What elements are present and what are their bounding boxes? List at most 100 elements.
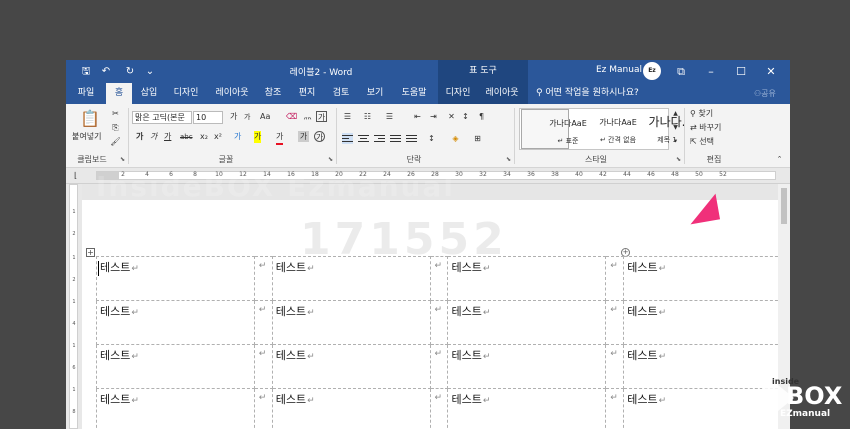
scrollbar-thumb[interactable] [781,188,787,224]
customize-quick-access-icon[interactable]: ⌄ [142,64,158,79]
tab-help[interactable]: 도움말 [396,83,432,104]
decrease-indent-icon[interactable]: ⇤ [412,111,423,122]
clipboard-launcher-icon[interactable]: ⬊ [120,156,125,163]
shading-icon[interactable]: ◈ [450,133,461,144]
paste-button[interactable]: 붙여넣기 [72,131,101,143]
table-cell[interactable]: 테스트↵ [623,256,788,301]
collapse-ribbon-icon[interactable]: ⌃ [774,154,785,165]
maximize-button[interactable]: ☐ [726,60,756,83]
tell-me-box[interactable]: ⚲ 어떤 작업을 원하시나요? [536,83,639,104]
user-name[interactable]: Ez Manual [596,65,642,75]
numbering-icon[interactable]: ☷ [362,111,373,122]
share-button[interactable]: ⚇공유 [754,83,776,104]
tab-design[interactable]: 디자인 [170,83,202,104]
character-shading-icon[interactable]: 가 [298,131,309,142]
tab-table-layout[interactable]: 레이아웃 [480,83,524,104]
clear-format-icon[interactable]: ⌫ [286,111,297,122]
line-spacing-icon[interactable]: ↕ [426,133,437,144]
highlight-button[interactable]: 가 [254,131,262,143]
character-border-icon[interactable]: 가 [316,111,327,122]
font-color-button[interactable]: 가 [276,131,284,145]
tab-layout[interactable]: 레이아웃 [210,83,254,104]
replace-button[interactable]: ⇄ 바꾸기 [690,122,721,134]
spacer-cell[interactable]: ↵ [253,256,273,301]
paste-icon[interactable]: 📋 [80,108,100,130]
borders-icon[interactable]: ⊞ [472,133,483,144]
bullets-icon[interactable]: ☰ [342,111,353,122]
spacer-cell[interactable]: ↵ [605,344,625,389]
table-cell[interactable]: 테스트↵ [96,388,255,429]
align-left-icon[interactable] [342,133,353,144]
cut-icon[interactable]: ✂ [110,108,121,119]
table-move-handle[interactable]: + [86,248,95,257]
copy-icon[interactable]: ⎘ [110,122,121,133]
gallery-up-icon[interactable]: ▲ [670,108,681,119]
table-cell[interactable]: 테스트↵ [271,300,431,345]
sort-icon[interactable]: ↕ [460,111,471,122]
align-center-icon[interactable] [358,133,369,144]
tab-mailings[interactable]: 편지 [294,83,320,104]
table-cell[interactable]: 테스트↵ [96,344,255,389]
table-cell[interactable]: 테스트↵ [447,300,607,345]
show-marks-icon[interactable]: ¶ [476,111,487,122]
spacer-cell[interactable]: ↵ [605,256,625,301]
spacer-cell[interactable]: ↵ [605,388,625,429]
spacer-cell[interactable]: ↵ [605,300,625,345]
tab-file[interactable]: 파일 [72,83,100,104]
spacer-cell[interactable]: ↵ [253,388,273,429]
style-item[interactable]: 가나다AaE ↵ 간격 없음 [570,109,637,149]
table-cell[interactable]: 테스트↵ [96,300,255,345]
font-size-combo[interactable]: 10 [193,111,223,124]
save-icon[interactable]: 🖫 [78,64,94,79]
close-button[interactable]: ✕ [756,60,786,83]
font-name-combo[interactable]: 맑은 고딕(본문 [132,111,192,124]
increase-indent-icon[interactable]: ⇥ [428,111,439,122]
table-cell[interactable]: 테스트↵ [96,256,255,301]
align-right-icon[interactable] [374,133,385,144]
font-launcher-icon[interactable]: ⬊ [328,156,333,163]
spacer-cell[interactable]: ↵ [429,344,449,389]
asian-layout-icon[interactable]: ✕ [446,111,457,122]
find-button[interactable]: ⚲ 찾기 [690,108,713,120]
spacer-cell[interactable]: ↵ [253,344,273,389]
vertical-ruler[interactable]: 1 2 1 2 1 4 1 6 1 8 [66,184,82,429]
font-grow-button[interactable]: 가 [230,111,237,123]
text-effects-button[interactable]: 가 [234,131,241,143]
table-cell[interactable]: 테스트↵ [447,388,607,429]
avatar[interactable]: Ez [643,62,661,80]
ribbon-display-options-icon[interactable]: ⧉ [666,60,696,83]
style-item[interactable]: 가나다AaE ↵ 표준 [521,109,587,149]
redo-icon[interactable]: ↻ [122,64,138,79]
tab-home[interactable]: 홈 [106,83,132,104]
table-cell[interactable]: 테스트↵ [271,344,431,389]
table-cell[interactable]: 테스트↵ [447,344,607,389]
gallery-more-icon[interactable]: ⯆ [670,136,681,147]
tab-table-design[interactable]: 디자인 [442,83,474,104]
italic-button[interactable]: 가 [150,131,157,143]
multilevel-list-icon[interactable]: ☰ [384,111,395,122]
table-cell[interactable]: 테스트↵ [623,300,788,345]
spacer-cell[interactable]: ↵ [429,388,449,429]
gallery-down-icon[interactable]: ▼ [670,122,681,133]
table-cell[interactable]: 테스트↵ [271,388,431,429]
paragraph-launcher-icon[interactable]: ⬊ [506,156,511,163]
phonetic-guide-icon[interactable]: 灬 [302,111,313,122]
tab-insert[interactable]: 삽입 [136,83,162,104]
select-button[interactable]: ⇱ 선택 [690,136,714,148]
superscript-button[interactable]: x² [214,131,222,143]
bold-button[interactable]: 가 [136,131,143,143]
tab-selector-icon[interactable]: ⌊ [70,170,81,181]
format-painter-icon[interactable]: 🖌 [110,136,121,147]
minimize-button[interactable]: – [696,60,726,83]
styles-launcher-icon[interactable]: ⬊ [676,156,681,163]
spacer-cell[interactable]: ↵ [253,300,273,345]
undo-icon[interactable]: ↶ [98,64,114,79]
change-case-button[interactable]: Aa [260,111,270,123]
subscript-button[interactable]: x₂ [200,131,208,143]
tab-review[interactable]: 검토 [328,83,354,104]
style-item[interactable]: 가나다. 제목 1 [619,109,686,149]
tab-references[interactable]: 참조 [260,83,286,104]
distributed-icon[interactable] [406,133,417,144]
tab-view[interactable]: 보기 [362,83,388,104]
strikethrough-button[interactable]: abc [180,131,193,143]
